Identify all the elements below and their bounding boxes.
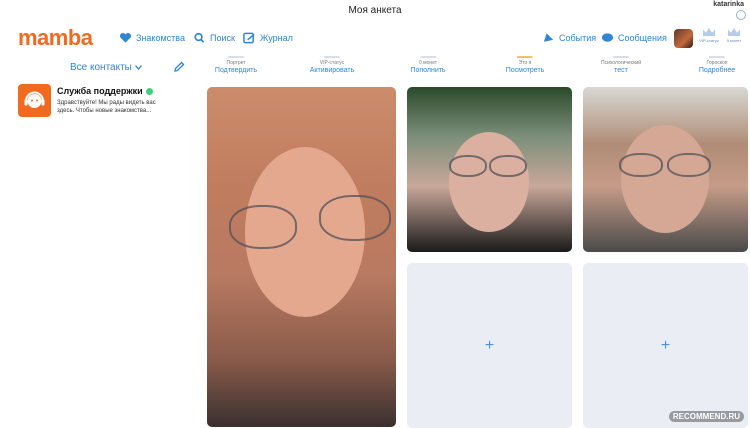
stat-label: 0 монет — [418, 60, 438, 66]
heart-icon — [119, 33, 132, 43]
stat-action: Подробнее — [698, 67, 736, 74]
stat-action: Активировать — [309, 67, 355, 74]
nav-dating[interactable]: Знакомства — [119, 32, 185, 44]
search-icon — [194, 32, 205, 43]
stat-bar-icon — [228, 56, 244, 58]
photo-face — [621, 125, 709, 233]
settings-icon[interactable] — [736, 10, 746, 20]
chat-name-label: Служба поддержки — [57, 86, 143, 96]
photo-glasses — [229, 205, 297, 249]
contacts-sidebar: Все контакты Служба поддержки Здравствуй… — [0, 56, 195, 427]
chevron-down-icon — [134, 65, 142, 70]
coins-crown-label: 0 монет — [726, 38, 742, 43]
stat-coins[interactable]: 0 монет Пополнить — [410, 56, 446, 74]
stat-psych-test[interactable]: Психологический тест — [601, 56, 641, 74]
events-icon — [543, 33, 554, 42]
headset-icon — [24, 91, 45, 108]
stat-bar-icon — [517, 56, 533, 58]
mamba-logo[interactable]: mamba — [18, 25, 93, 51]
photo-face — [449, 132, 529, 232]
stat-bar-icon — [323, 56, 340, 58]
watermark: RECOMMEND.RU — [668, 411, 744, 422]
stat-label: Гороскоп — [706, 60, 728, 66]
plus-icon: + — [484, 336, 495, 354]
add-photo-button[interactable]: + — [583, 263, 748, 428]
profile-avatar[interactable] — [674, 29, 693, 48]
stat-bar-icon — [612, 56, 629, 58]
stat-horoscope[interactable]: Гороскоп Подробнее — [699, 56, 735, 74]
plus-icon: + — [660, 336, 671, 354]
stat-label: Портрет — [226, 60, 246, 66]
online-status-icon — [145, 87, 153, 95]
stat-its-me[interactable]: Это я Посмотреть — [505, 56, 545, 74]
photo-glasses — [449, 155, 487, 177]
coins-crown[interactable]: 0 монет — [722, 28, 746, 43]
contacts-filter-label: Все контакты — [70, 62, 132, 73]
support-avatar — [18, 84, 51, 117]
nav-journal[interactable]: Журнал — [243, 32, 293, 44]
chat-item-support[interactable]: Служба поддержки Здравствуйте! Мы рады в… — [18, 84, 190, 124]
nav-dating-label: Знакомства — [136, 33, 185, 43]
chat-name: Служба поддержки — [57, 86, 165, 96]
nav-search-label: Поиск — [210, 33, 235, 43]
stat-action: Посмотреть — [505, 67, 545, 74]
contacts-filter-dropdown[interactable]: Все контакты — [70, 62, 142, 73]
account-username[interactable]: katarinka — [713, 1, 744, 8]
add-photo-button[interactable]: + — [407, 263, 572, 428]
journal-icon — [243, 32, 255, 44]
stat-portrait[interactable]: Портрет Подтвердить — [215, 56, 257, 74]
photo-glasses — [619, 153, 663, 177]
stat-action: тест — [614, 67, 628, 74]
nav-search[interactable]: Поиск — [193, 32, 235, 44]
nav-events-label: События — [559, 33, 597, 43]
nav-journal-label: Журнал — [260, 33, 293, 43]
profile-stats-bar: Портрет Подтвердить VIP-статус Активиров… — [205, 56, 750, 80]
window-title: Моя анкета — [348, 5, 402, 16]
photo-glasses — [667, 153, 711, 177]
crown-icon — [728, 28, 740, 36]
nav-messages[interactable]: Сообщения — [601, 32, 667, 44]
profile-photo-2[interactable] — [407, 87, 572, 252]
stat-action: Пополнить — [410, 67, 446, 74]
nav-events[interactable]: События — [542, 32, 596, 44]
profile-photo-3[interactable] — [583, 87, 748, 252]
messages-icon — [601, 33, 614, 42]
chat-preview: Здравствуйте! Мы рады видеть вас здесь. … — [57, 100, 156, 114]
nav-messages-label: Сообщения — [618, 33, 667, 43]
photo-glasses — [319, 195, 391, 241]
stat-label: Это я — [518, 60, 532, 66]
stat-bar-icon — [419, 56, 436, 58]
stat-bar-icon — [709, 56, 725, 58]
stat-label: Психологический — [600, 60, 642, 66]
stat-action: Подтвердить — [214, 67, 258, 74]
vip-crown[interactable]: VIP-статус — [697, 28, 721, 43]
stat-vip[interactable]: VIP-статус Активировать — [309, 56, 355, 74]
pencil-icon[interactable] — [173, 61, 185, 73]
crown-icon — [703, 28, 715, 36]
main-header: mamba Знакомства Поиск Журнал События Со… — [0, 24, 750, 54]
photo-glasses — [489, 155, 527, 177]
stat-label: VIP-статус — [319, 60, 345, 66]
profile-photo-main[interactable] — [207, 87, 396, 427]
vip-crown-label: VIP-статус — [699, 38, 719, 43]
